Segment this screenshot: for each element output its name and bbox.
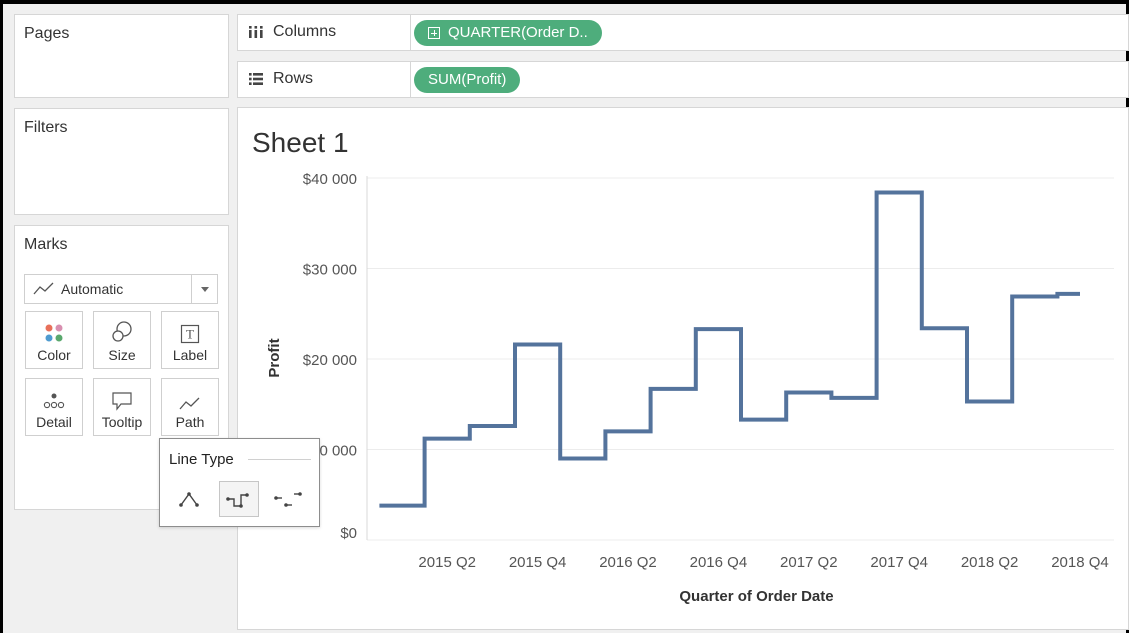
rows-shelf[interactable]: Rows SUM(Profit) (237, 61, 1129, 98)
path-button[interactable]: Path (161, 378, 219, 436)
data-point (852, 396, 856, 400)
color-label: Color (37, 347, 71, 363)
data-point (671, 387, 675, 391)
rows-shelf-label: Rows (248, 70, 313, 88)
shelf-divider (410, 15, 411, 50)
path-label: Path (175, 414, 205, 430)
pages-title: Pages (24, 25, 70, 42)
y-tick-label: $20 000 (303, 352, 357, 369)
data-point (762, 418, 766, 422)
shelf-divider (410, 62, 411, 97)
label-button[interactable]: T Label (161, 311, 219, 369)
x-tick-label: 2016 Q2 (599, 554, 657, 571)
detail-label: Detail (36, 414, 72, 430)
y-tick-label: $40 000 (303, 171, 357, 188)
rows-label: Rows (273, 70, 314, 87)
x-tick-label: 2015 Q2 (418, 554, 476, 571)
x-tick-label: 2016 Q4 (690, 554, 748, 571)
x-tick-label: 2017 Q2 (780, 554, 838, 571)
svg-text:T: T (186, 327, 194, 342)
step-icon (226, 493, 249, 508)
mark-type-dropdown[interactable]: Automatic (24, 274, 218, 304)
chevron-down-icon[interactable] (191, 275, 217, 303)
jump-icon (274, 492, 302, 507)
mark-type-value: Automatic (61, 281, 124, 297)
pages-card[interactable]: Pages (14, 14, 229, 98)
data-point (445, 437, 449, 441)
columns-label: Columns (273, 23, 337, 40)
x-axis-title: Quarter of Order Date (679, 588, 833, 605)
label-label: Label (172, 347, 208, 363)
line-type-title: Line Type (169, 451, 234, 468)
x-tick-label: 2015 Q4 (509, 554, 567, 571)
data-point (807, 390, 811, 394)
data-point (1078, 292, 1082, 296)
popup-divider (248, 459, 311, 460)
y-tick-label: $30 000 (303, 262, 357, 279)
data-point (581, 457, 585, 461)
rows-pill-label: SUM(Profit) (428, 71, 507, 88)
y-tick-label: $0 (340, 525, 357, 542)
size-button[interactable]: Size (93, 311, 151, 369)
line-type-step-button[interactable] (219, 481, 259, 517)
detail-button[interactable]: Detail (25, 378, 83, 436)
tooltip-label: Tooltip (101, 414, 143, 430)
x-tick-label: 2018 Q4 (1051, 554, 1109, 571)
x-tick-label: 2017 Q4 (870, 554, 928, 571)
path-icon (179, 397, 200, 410)
line-type-popup: Line Type (159, 438, 320, 527)
columns-icon (249, 26, 263, 38)
filters-card[interactable]: Filters (14, 108, 229, 215)
line-mark-icon (33, 282, 54, 295)
color-dots-icon (45, 324, 63, 342)
color-button[interactable]: Color (25, 311, 83, 369)
columns-shelf-label: Columns (248, 23, 336, 41)
detail-icon (43, 393, 65, 409)
expand-plus-icon[interactable] (428, 27, 440, 39)
columns-pill[interactable]: QUARTER(Order D.. (414, 20, 602, 46)
y-axis-title: Profit (266, 338, 283, 377)
data-point (897, 190, 901, 194)
marks-title: Marks (24, 236, 68, 253)
size-icon (112, 321, 132, 342)
data-point (626, 429, 630, 433)
data-point (536, 343, 540, 347)
tooltip-icon (112, 392, 132, 411)
columns-shelf[interactable]: Columns QUARTER(Order D.. (237, 14, 1129, 51)
sheet-view: Sheet 1 $0 $10 000 $20 000 $30 000 $40 000 20… (237, 107, 1129, 630)
data-point (942, 326, 946, 330)
tooltip-button[interactable]: Tooltip (93, 378, 151, 436)
rows-icon (249, 73, 263, 85)
columns-pill-label: QUARTER(Order D.. (448, 24, 588, 41)
line-type-jump-button[interactable] (269, 481, 309, 517)
rows-pill[interactable]: SUM(Profit) (414, 67, 521, 93)
data-point (490, 424, 494, 428)
data-point (400, 504, 404, 508)
linear-icon (179, 492, 199, 507)
profit-step-line (379, 190, 1080, 508)
filters-title: Filters (24, 119, 68, 136)
data-point (988, 400, 992, 404)
x-tick-label: 2018 Q2 (961, 554, 1019, 571)
line-type-linear-button[interactable] (169, 481, 209, 517)
data-point (716, 327, 720, 331)
profit-step-chart[interactable]: $0$10 000$20 000$30 000$40 0002015 Q2 201… (238, 108, 1129, 631)
data-point (1033, 295, 1037, 299)
label-icon: T (180, 324, 200, 344)
size-label: Size (108, 347, 136, 363)
